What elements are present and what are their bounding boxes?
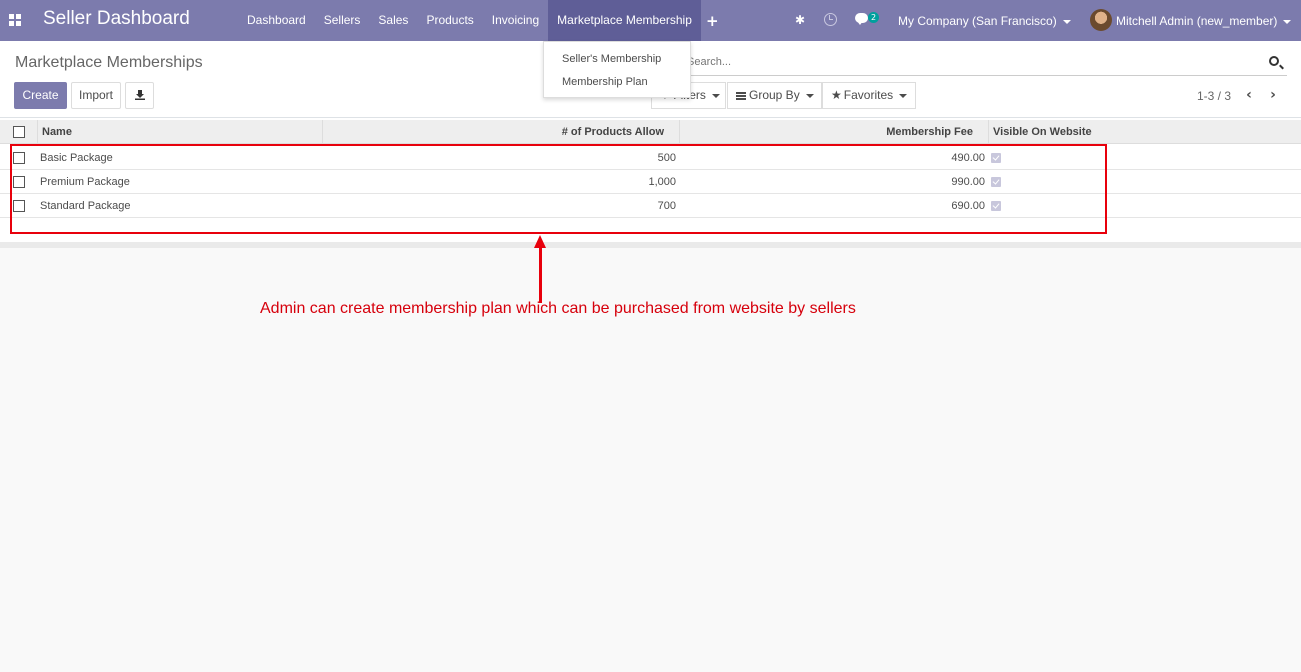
download-icon — [135, 90, 145, 100]
menu-dashboard[interactable]: Dashboard — [238, 0, 315, 41]
user-name: Mitchell Admin (new_member) — [1116, 14, 1278, 28]
menu-sellers[interactable]: Sellers — [315, 0, 370, 41]
favorites-button[interactable]: ★ Favorites — [822, 82, 916, 109]
select-all-cell — [0, 120, 38, 144]
membership-dropdown: Seller's Membership Membership Plan — [543, 41, 691, 98]
plus-icon[interactable]: + — [706, 12, 719, 30]
apps-menu-icon[interactable] — [9, 14, 21, 26]
app-brand[interactable]: Seller Dashboard — [43, 8, 190, 30]
dropdown-sellers-membership[interactable]: Seller's Membership — [562, 53, 661, 65]
select-all-checkbox[interactable] — [13, 126, 25, 138]
chevron-down-icon — [711, 93, 720, 98]
favorites-label: Favorites — [843, 88, 894, 102]
import-button[interactable]: Import — [71, 82, 121, 109]
column-header-fee[interactable]: Membership Fee — [680, 120, 989, 144]
column-header-products[interactable]: # of Products Allow — [323, 120, 680, 144]
star-icon: ★ — [831, 88, 842, 102]
company-name: My Company (San Francisco) — [898, 14, 1057, 28]
chevron-right-icon[interactable]: › — [1265, 88, 1281, 104]
menu-invoicing[interactable]: Invoicing — [483, 0, 548, 41]
chevron-left-icon[interactable]: ‹ — [1241, 88, 1257, 104]
chevron-down-icon — [1062, 19, 1071, 24]
menu-products[interactable]: Products — [417, 0, 482, 41]
chat-count-badge: 2 — [868, 12, 880, 23]
list-icon — [736, 91, 746, 100]
groupby-button[interactable]: Group By — [727, 82, 822, 109]
top-navbar: Seller Dashboard Dashboard Sellers Sales… — [0, 0, 1301, 41]
search-icon[interactable] — [1269, 56, 1279, 66]
activity-clock-icon[interactable] — [824, 13, 837, 26]
user-menu[interactable]: Mitchell Admin (new_member) — [1116, 14, 1292, 28]
create-button[interactable]: Create — [14, 82, 67, 109]
pager-value[interactable]: 1-3 / 3 — [1197, 89, 1231, 103]
column-header-visible[interactable]: Visible On Website — [989, 120, 1301, 144]
annotation-text: Admin can create membership plan which c… — [260, 300, 856, 317]
avatar[interactable] — [1090, 9, 1112, 31]
company-switcher[interactable]: My Company (San Francisco) — [898, 14, 1071, 28]
arrow-line — [539, 246, 542, 303]
search-bar — [651, 50, 1287, 76]
menu-marketplace-membership[interactable]: Marketplace Membership — [548, 0, 701, 41]
bug-icon[interactable]: ✱ — [795, 13, 805, 27]
table-header: Name # of Products Allow Membership Fee … — [0, 120, 1301, 144]
chat-icon[interactable] — [855, 13, 868, 25]
search-input[interactable] — [651, 50, 1287, 74]
groupby-label: Group By — [749, 88, 800, 102]
main-menu: Dashboard Sellers Sales Products Invoici… — [238, 0, 701, 41]
chevron-down-icon — [899, 93, 908, 98]
chevron-down-icon — [805, 93, 814, 98]
column-header-name[interactable]: Name — [38, 120, 323, 144]
page-title: Marketplace Memberships — [15, 54, 203, 71]
menu-sales[interactable]: Sales — [369, 0, 417, 41]
chevron-down-icon — [1283, 19, 1292, 24]
highlight-box-table — [10, 144, 1107, 234]
dropdown-membership-plan[interactable]: Membership Plan — [562, 76, 648, 88]
download-button[interactable] — [125, 82, 154, 109]
